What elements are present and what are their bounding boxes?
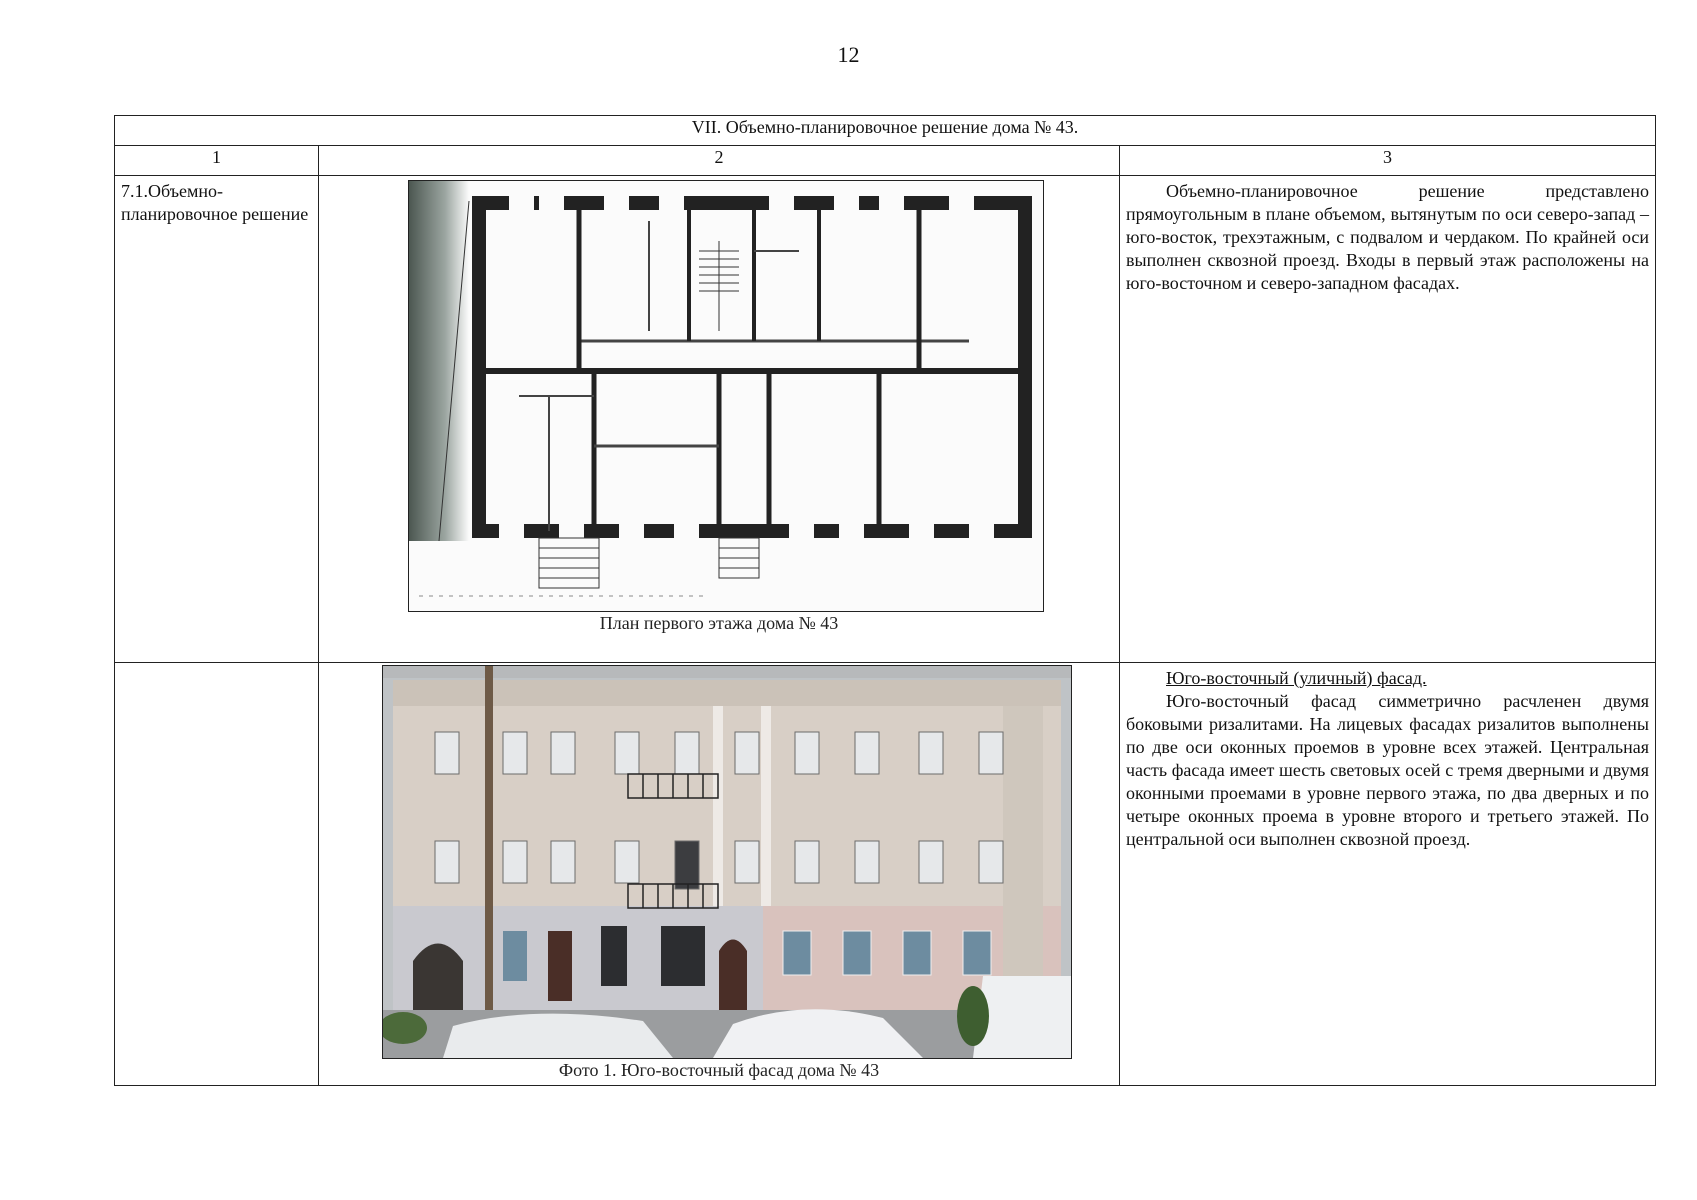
facade-heading: Юго-восточный (уличный) фасад. [1166, 668, 1427, 688]
column-number-2: 2 [318, 145, 1120, 176]
table-row: 7.1.Объемно-планировочное решение План п… [114, 175, 1657, 663]
row-text: Объемно-планировочное решение представле… [1126, 181, 1650, 293]
facade-photo-caption: Фото 1. Юго-восточный фасад дома № 43 [558, 1060, 880, 1080]
facade-photo [382, 665, 1072, 1059]
column-number-1: 1 [114, 145, 319, 176]
main-table: VII. Объемно-планировочное решение дома … [113, 115, 1657, 1086]
page-number: 12 [837, 42, 860, 67]
table-title: VII. Объемно-планировочное решение дома … [113, 115, 1657, 146]
column-number-3: 3 [1118, 145, 1657, 176]
floor-plan-image [408, 180, 1044, 612]
floor-plan-caption: План первого этажа дома № 43 [599, 613, 839, 633]
table-row: Фото 1. Юго-восточный фасад дома № 43 Юг… [114, 662, 1657, 1086]
row-text: Юго-восточный фасад симметрично расчлене… [1126, 691, 1650, 849]
row-label [114, 662, 319, 1086]
row-label: 7.1.Объемно-планировочное решение [114, 175, 319, 663]
